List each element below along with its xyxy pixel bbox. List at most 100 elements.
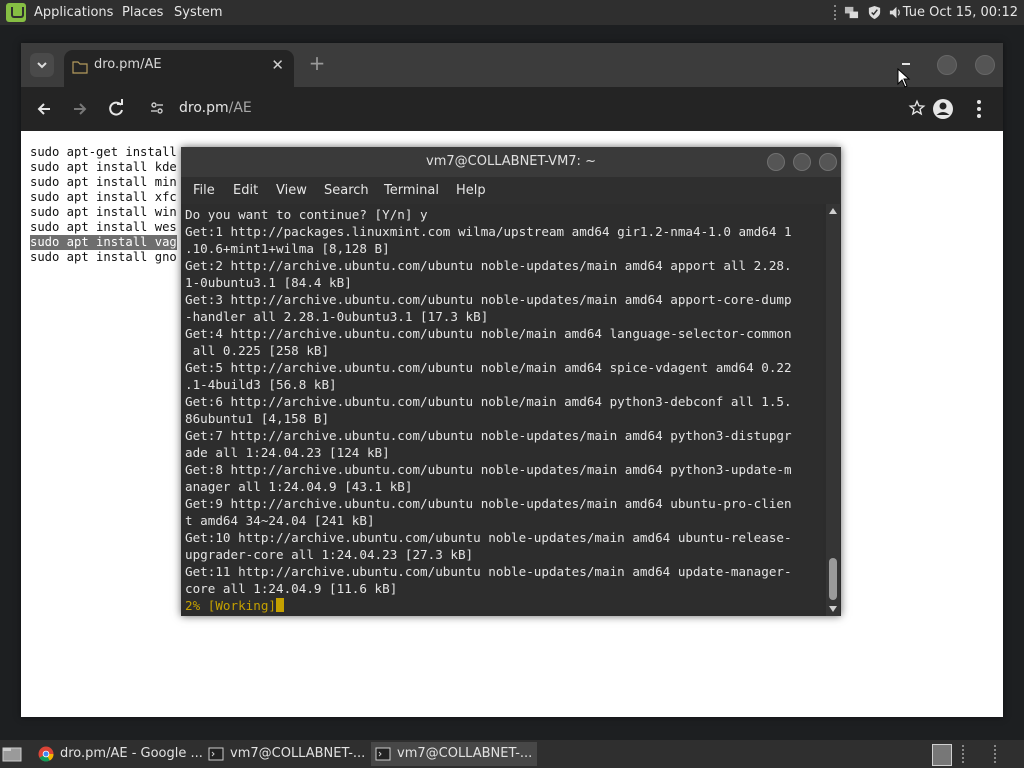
terminal-line: Get:7 http://archive.ubuntu.com/ubuntu n…: [185, 428, 792, 443]
volume-icon[interactable]: [888, 5, 903, 20]
taskbar-item-label: dro.pm/AE - Google ...: [60, 746, 202, 761]
terminal-line: -handler all 2.28.1-0ubuntu3.1 [17.3 kB]: [185, 309, 489, 324]
network-icon[interactable]: [844, 5, 859, 20]
terminal-line: 1-0ubuntu3.1 [84.4 kB]: [185, 275, 352, 290]
menu-view[interactable]: View: [276, 177, 307, 204]
terminal-text: Do you want to continue? [Y/n] y Get:1 h…: [185, 206, 792, 614]
menu-terminal[interactable]: Terminal: [384, 177, 439, 204]
terminal-close-button[interactable]: [819, 153, 837, 171]
forward-icon[interactable]: [68, 97, 92, 121]
applications-menu[interactable]: Applications: [34, 0, 113, 25]
tab-strip: dro.pm/AE ✕ +: [21, 43, 1003, 87]
terminal-line: Get:3 http://archive.ubuntu.com/ubuntu n…: [185, 292, 792, 307]
url-text: dro.pm/AE: [179, 93, 252, 123]
panel-separator: [962, 745, 966, 763]
mouse-cursor-icon: [897, 68, 911, 88]
terminal-line: Get:2 http://archive.ubuntu.com/ubuntu n…: [185, 258, 792, 273]
back-icon[interactable]: [32, 97, 56, 121]
profile-icon[interactable]: [931, 97, 955, 121]
chrome-icon: [38, 746, 54, 762]
workspace-switcher[interactable]: [932, 744, 952, 766]
terminal-line: Get:10 http://archive.ubuntu.com/ubuntu …: [185, 530, 792, 545]
tab-title: dro.pm/AE: [94, 57, 162, 72]
scroll-up-arrow-icon[interactable]: [829, 208, 837, 214]
places-menu[interactable]: Places: [122, 0, 163, 25]
terminal-title: vm7@COLLABNET-VM7: ~: [426, 154, 596, 169]
kebab-menu-icon[interactable]: [967, 97, 991, 121]
list-item-selected[interactable]: sudo apt install vag: [30, 235, 177, 250]
terminal-line: Get:11 http://archive.ubuntu.com/ubuntu …: [185, 564, 792, 579]
site-info-icon[interactable]: [149, 100, 165, 116]
tab-search-button[interactable]: [30, 53, 54, 77]
terminal-window: vm7@COLLABNET-VM7: ~ File Edit View Sear…: [181, 147, 841, 616]
list-item[interactable]: sudo apt-get install: [30, 145, 177, 160]
terminal-line: Get:8 http://archive.ubuntu.com/ubuntu n…: [185, 462, 792, 477]
terminal-cursor: [276, 598, 284, 612]
browser-toolbar: dro.pm/AE: [21, 87, 1003, 131]
close-icon[interactable]: ✕: [271, 50, 284, 80]
show-desktop-icon[interactable]: [2, 745, 22, 763]
progress-status: 2% [Working]: [185, 598, 276, 613]
reload-icon[interactable]: [104, 97, 128, 121]
url-path: /AE: [228, 100, 252, 116]
panel-separator: [834, 5, 838, 20]
taskbar-item-browser[interactable]: dro.pm/AE - Google ...: [34, 742, 202, 766]
terminal-line: .10.6+mint1+wilma [8,128 B]: [185, 241, 390, 256]
terminal-titlebar[interactable]: vm7@COLLABNET-VM7: ~: [181, 147, 841, 177]
menu-help[interactable]: Help: [456, 177, 486, 204]
scrollbar-thumb[interactable]: [829, 558, 837, 600]
terminal-line: anager all 1:24.04.9 [43.1 kB]: [185, 479, 413, 494]
list-item[interactable]: sudo apt install wes: [30, 220, 177, 235]
list-item[interactable]: sudo apt install xfc: [30, 190, 177, 205]
terminal-line: Get:4 http://archive.ubuntu.com/ubuntu n…: [185, 326, 792, 341]
terminal-status-line: 2% [Working]: [185, 597, 792, 614]
terminal-line: Get:1 http://packages.linuxmint.com wilm…: [185, 224, 792, 239]
scroll-down-arrow-icon[interactable]: [829, 606, 837, 612]
terminal-maximize-button[interactable]: [793, 153, 811, 171]
browser-tab[interactable]: dro.pm/AE ✕: [64, 50, 294, 87]
menu-file[interactable]: File: [193, 177, 215, 204]
terminal-line: .1-4build3 [56.8 kB]: [185, 377, 337, 392]
url-host: dro.pm: [179, 100, 229, 116]
terminal-line: Get:6 http://archive.ubuntu.com/ubuntu n…: [185, 394, 792, 409]
top-panel: Applications Places System Tue Oct 15, 0…: [0, 0, 1024, 25]
terminal-line: core all 1:24.04.9 [11.6 kB]: [185, 581, 398, 596]
taskbar: dro.pm/AE - Google ... vm7@COLLABNET-...…: [0, 740, 1024, 768]
list-item[interactable]: sudo apt install min: [30, 175, 177, 190]
panel-separator: [994, 745, 998, 763]
terminal-minimize-button[interactable]: [767, 153, 785, 171]
terminal-line: Get:5 http://archive.ubuntu.com/ubuntu n…: [185, 360, 792, 375]
close-window-button[interactable]: [975, 55, 995, 75]
terminal-output[interactable]: Do you want to continue? [Y/n] y Get:1 h…: [183, 204, 823, 616]
terminal-line: Get:9 http://archive.ubuntu.com/ubuntu n…: [185, 496, 792, 511]
mint-menu-icon[interactable]: [6, 3, 26, 22]
document-icon: [72, 61, 88, 74]
maximize-button[interactable]: [937, 55, 957, 75]
taskbar-item-terminal[interactable]: vm7@COLLABNET-...: [204, 742, 368, 766]
clock[interactable]: Tue Oct 15, 00:12: [903, 0, 1018, 25]
new-tab-button[interactable]: +: [305, 51, 329, 75]
terminal-line: Do you want to continue? [Y/n] y: [185, 207, 428, 222]
list-item[interactable]: sudo apt install win: [30, 205, 177, 220]
list-item[interactable]: sudo apt install kde: [30, 160, 177, 175]
system-menu[interactable]: System: [174, 0, 222, 25]
terminal-line: ade all 1:24.04.23 [124 kB]: [185, 445, 390, 460]
command-list: sudo apt-get install sudo apt install kd…: [30, 145, 177, 265]
menu-edit[interactable]: Edit: [233, 177, 258, 204]
terminal-line: 86ubuntu1 [4,158 B]: [185, 411, 330, 426]
terminal-line: all 0.225 [258 kB]: [185, 343, 330, 358]
shield-icon[interactable]: [867, 5, 882, 20]
address-bar[interactable]: dro.pm/AE: [141, 93, 926, 123]
taskbar-item-terminal-active[interactable]: vm7@COLLABNET-...: [371, 742, 537, 766]
terminal-icon: [375, 747, 391, 761]
bookmark-star-icon[interactable]: [908, 99, 926, 117]
chevron-down-icon: [37, 62, 47, 69]
taskbar-item-label: vm7@COLLABNET-...: [397, 746, 533, 761]
terminal-icon: [208, 747, 224, 761]
terminal-line: upgrader-core all 1:24.04.23 [27.3 kB]: [185, 547, 474, 562]
list-item[interactable]: sudo apt install gno: [30, 250, 177, 265]
taskbar-item-label: vm7@COLLABNET-...: [230, 746, 366, 761]
terminal-scrollbar[interactable]: [826, 204, 840, 616]
menu-search[interactable]: Search: [324, 177, 369, 204]
terminal-menubar: File Edit View Search Terminal Help: [181, 177, 841, 204]
